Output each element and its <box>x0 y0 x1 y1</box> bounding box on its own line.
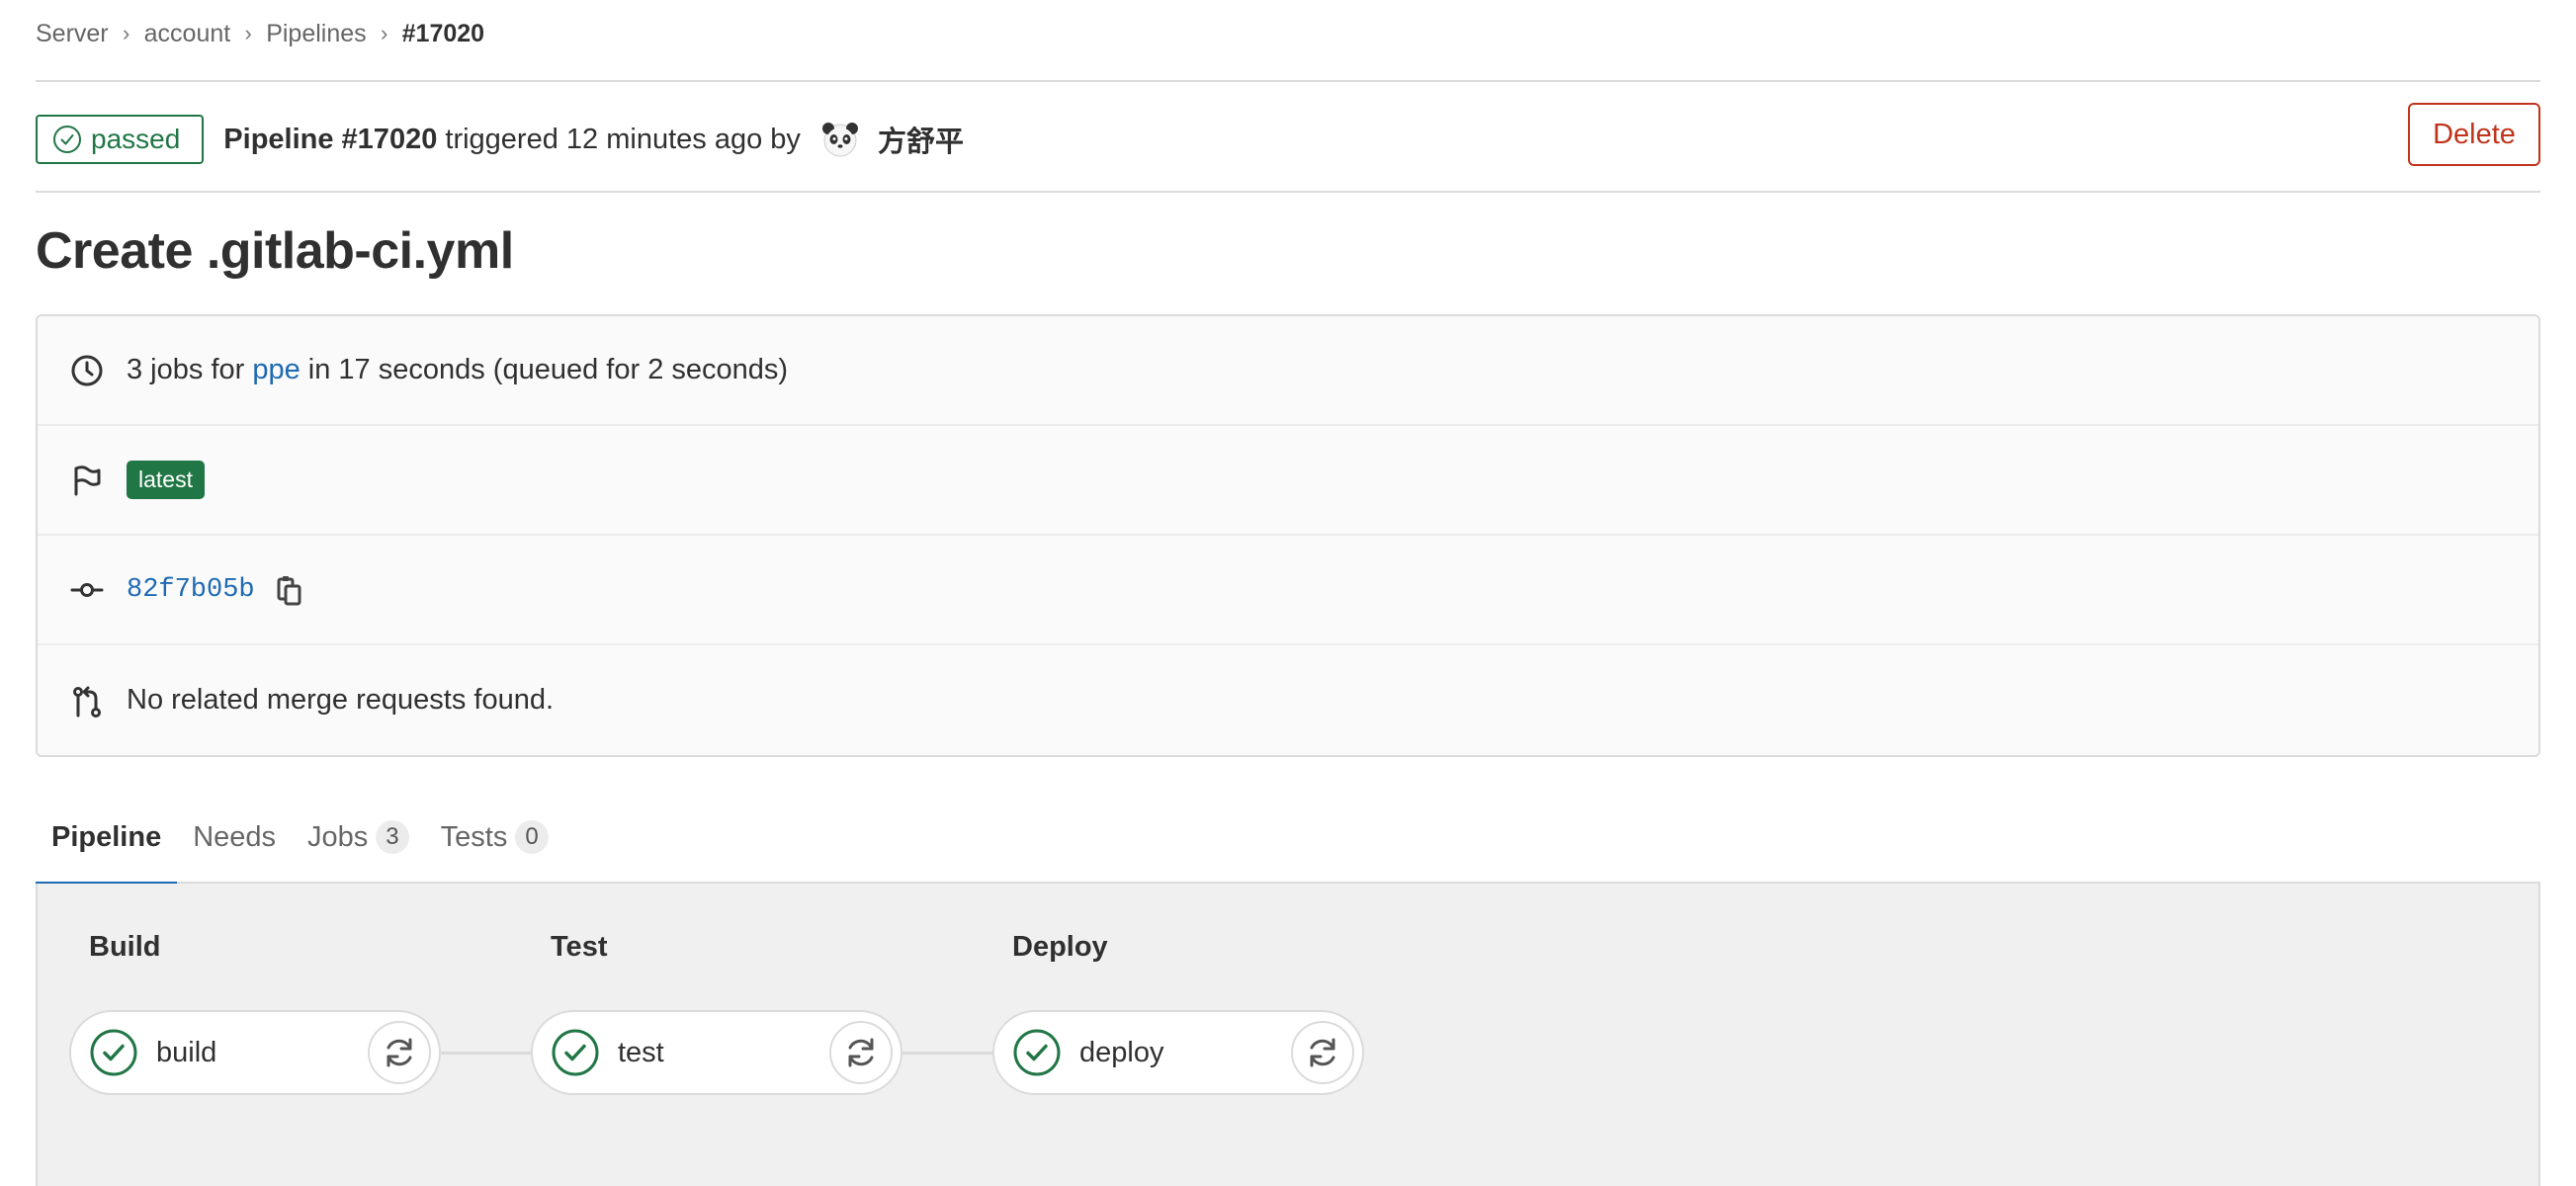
tab-jobs[interactable]: Jobs 3 <box>292 791 425 884</box>
delete-button[interactable]: Delete <box>2408 103 2540 166</box>
pipeline-info-panel: 3 jobs for ppe in 17 seconds (queued for… <box>36 314 2540 757</box>
breadcrumb-pipelines[interactable]: Pipelines <box>266 20 366 48</box>
stage-connector <box>902 1052 993 1055</box>
stage-connector <box>441 1052 532 1055</box>
success-check-icon <box>90 1029 137 1076</box>
job-name: test <box>618 1036 664 1068</box>
branch-link[interactable]: ppe <box>252 354 300 386</box>
divider <box>36 191 2540 193</box>
retry-icon[interactable] <box>368 1021 431 1084</box>
merge-requests-row: No related merge requests found. <box>38 645 2538 755</box>
job-name: build <box>156 1036 217 1068</box>
breadcrumb-account[interactable]: account <box>144 20 231 48</box>
stage-title-deploy: Deploy <box>1012 931 1108 963</box>
stage-title-test: Test <box>551 931 608 963</box>
breadcrumb-server[interactable]: Server <box>36 20 109 48</box>
tab-tests[interactable]: Tests 0 <box>425 791 564 884</box>
tab-label: Needs <box>193 820 277 853</box>
copy-icon[interactable] <box>273 573 306 607</box>
jobs-summary-row: 3 jobs for ppe in 17 seconds (queued for… <box>38 316 2538 426</box>
pipeline-tabs: Pipeline Needs Jobs 3 Tests 0 <box>36 791 2540 886</box>
retry-icon[interactable] <box>829 1021 893 1084</box>
pipeline-graph: Build Test Deploy build test deploy <box>36 884 2540 1186</box>
tab-label: Jobs <box>307 820 369 853</box>
flag-icon <box>69 463 105 498</box>
breadcrumb-separator: › <box>244 21 252 45</box>
tab-label: Tests <box>440 820 508 853</box>
tag-row: latest <box>38 426 2538 536</box>
stage-title-build: Build <box>89 931 161 963</box>
latest-badge: latest <box>127 461 205 499</box>
page-title: Create .gitlab-ci.yml <box>36 222 514 280</box>
merge-request-icon <box>69 683 105 719</box>
pipeline-header: passed Pipeline #17020 triggered 12 minu… <box>36 103 2540 166</box>
status-badge-passed[interactable]: passed <box>36 115 205 164</box>
clock-icon <box>69 353 105 388</box>
retry-icon[interactable] <box>1291 1021 1354 1084</box>
breadcrumb-separator: › <box>122 21 130 45</box>
pipeline-id: Pipeline #17020 <box>223 123 438 155</box>
tests-count-badge: 0 <box>515 820 549 854</box>
tab-needs[interactable]: Needs <box>177 791 292 884</box>
tab-label: Pipeline <box>51 820 162 853</box>
jobs-count-badge: 3 <box>376 820 409 854</box>
merge-requests-text: No related merge requests found. <box>127 684 555 716</box>
success-check-icon <box>1013 1029 1061 1076</box>
breadcrumb-current[interactable]: #17020 <box>402 20 484 48</box>
success-check-icon <box>552 1029 599 1076</box>
status-label: passed <box>91 124 181 154</box>
job-test[interactable]: test <box>531 1010 902 1095</box>
tab-pipeline[interactable]: Pipeline <box>36 791 178 886</box>
pipeline-trigger-info: Pipeline #17020 triggered 12 minutes ago… <box>223 119 964 160</box>
breadcrumb: Server › account › Pipelines › #17020 <box>36 16 484 51</box>
panda-avatar-icon[interactable] <box>820 120 860 159</box>
divider <box>36 80 2540 82</box>
job-name: deploy <box>1079 1036 1164 1068</box>
commit-sha-link[interactable]: 82f7b05b <box>127 575 255 605</box>
jobs-count-text: 3 jobs for <box>127 354 253 385</box>
check-circle-icon <box>53 126 81 153</box>
commit-row: 82f7b05b <box>38 536 2538 645</box>
job-build[interactable]: build <box>69 1010 441 1095</box>
triggered-text: triggered 12 minutes ago by <box>437 123 809 155</box>
user-name-link[interactable]: 方舒平 <box>878 119 964 160</box>
commit-icon <box>69 572 105 608</box>
breadcrumb-separator: › <box>380 21 388 45</box>
job-deploy[interactable]: deploy <box>992 1010 1364 1095</box>
duration-text: in 17 seconds (queued for 2 seconds) <box>300 354 789 385</box>
